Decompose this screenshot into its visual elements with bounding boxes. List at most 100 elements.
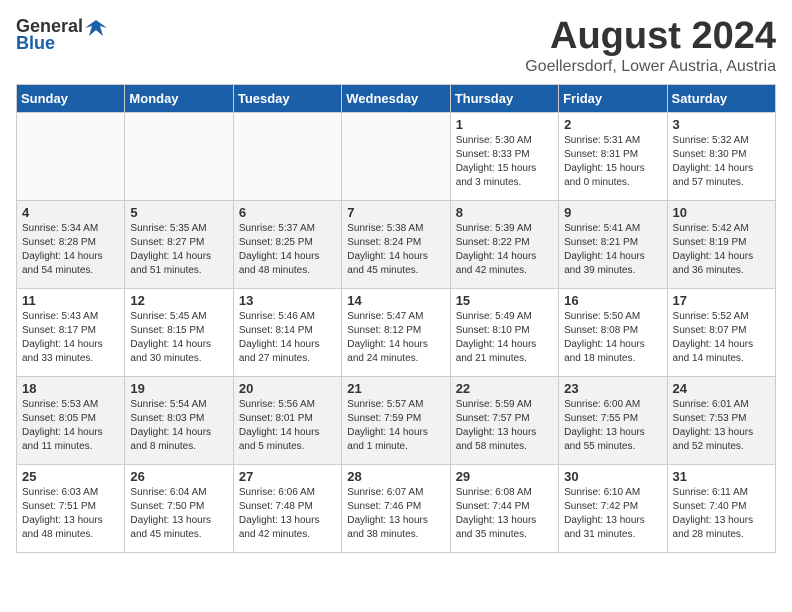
- day-info: Sunrise: 6:00 AM Sunset: 7:55 PM Dayligh…: [564, 398, 661, 454]
- day-info: Sunrise: 5:47 AM Sunset: 8:12 PM Dayligh…: [347, 310, 444, 366]
- day-number: 3: [673, 117, 770, 132]
- calendar-cell: [233, 112, 341, 200]
- day-number: 27: [239, 469, 336, 484]
- calendar-cell: 9 Sunrise: 5:41 AM Sunset: 8:21 PM Daylig…: [559, 200, 667, 288]
- calendar-cell: 14 Sunrise: 5:47 AM Sunset: 8:12 PM Dayli…: [342, 288, 450, 376]
- day-info: Sunrise: 5:39 AM Sunset: 8:22 PM Dayligh…: [456, 222, 553, 278]
- logo: General Blue: [16, 16, 107, 54]
- calendar-cell: 5 Sunrise: 5:35 AM Sunset: 8:27 PM Daylig…: [125, 200, 233, 288]
- calendar-cell: 17Sunrise: 5:52 AM Sunset: 8:07 PM Dayli…: [667, 288, 775, 376]
- day-number: 17: [673, 293, 770, 308]
- day-number: 24: [673, 381, 770, 396]
- calendar-cell: 26 Sunrise: 6:04 AM Sunset: 7:50 PM Dayli…: [125, 464, 233, 552]
- calendar-cell: 21 Sunrise: 5:57 AM Sunset: 7:59 PM Dayli…: [342, 376, 450, 464]
- day-info: Sunrise: 5:37 AM Sunset: 8:25 PM Dayligh…: [239, 222, 336, 278]
- day-number: 11: [22, 293, 119, 308]
- calendar-cell: 20 Sunrise: 5:56 AM Sunset: 8:01 PM Dayli…: [233, 376, 341, 464]
- day-info: Sunrise: 6:03 AM Sunset: 7:51 PM Dayligh…: [22, 486, 119, 542]
- day-number: 9: [564, 205, 661, 220]
- day-info: Sunrise: 5:41 AM Sunset: 8:21 PM Dayligh…: [564, 222, 661, 278]
- calendar-cell: 6 Sunrise: 5:37 AM Sunset: 8:25 PM Daylig…: [233, 200, 341, 288]
- day-info: Sunrise: 5:57 AM Sunset: 7:59 PM Dayligh…: [347, 398, 444, 454]
- weekday-header-thursday: Thursday: [450, 84, 558, 112]
- day-info: Sunrise: 6:04 AM Sunset: 7:50 PM Dayligh…: [130, 486, 227, 542]
- calendar-header: SundayMondayTuesdayWednesdayThursdayFrid…: [17, 84, 776, 112]
- weekday-header-monday: Monday: [125, 84, 233, 112]
- title-section: August 2024 Goellersdorf, Lower Austria,…: [525, 16, 776, 76]
- day-info: Sunrise: 6:08 AM Sunset: 7:44 PM Dayligh…: [456, 486, 553, 542]
- calendar-cell: 10Sunrise: 5:42 AM Sunset: 8:19 PM Dayli…: [667, 200, 775, 288]
- calendar-week-row: 25 Sunrise: 6:03 AM Sunset: 7:51 PM Dayli…: [17, 464, 776, 552]
- calendar-cell: 18 Sunrise: 5:53 AM Sunset: 8:05 PM Dayli…: [17, 376, 125, 464]
- day-number: 15: [456, 293, 553, 308]
- day-number: 29: [456, 469, 553, 484]
- page-header: General Blue August 2024 Goellersdorf, L…: [16, 16, 776, 76]
- calendar-cell: 4 Sunrise: 5:34 AM Sunset: 8:28 PM Daylig…: [17, 200, 125, 288]
- day-number: 8: [456, 205, 553, 220]
- calendar-cell: 2 Sunrise: 5:31 AM Sunset: 8:31 PM Daylig…: [559, 112, 667, 200]
- calendar-cell: 11 Sunrise: 5:43 AM Sunset: 8:17 PM Dayli…: [17, 288, 125, 376]
- day-number: 23: [564, 381, 661, 396]
- day-info: Sunrise: 5:34 AM Sunset: 8:28 PM Dayligh…: [22, 222, 119, 278]
- weekday-header-friday: Friday: [559, 84, 667, 112]
- day-number: 5: [130, 205, 227, 220]
- calendar-cell: 3Sunrise: 5:32 AM Sunset: 8:30 PM Daylig…: [667, 112, 775, 200]
- day-info: Sunrise: 5:35 AM Sunset: 8:27 PM Dayligh…: [130, 222, 227, 278]
- day-number: 6: [239, 205, 336, 220]
- month-title: August 2024: [525, 16, 776, 58]
- day-number: 26: [130, 469, 227, 484]
- day-info: Sunrise: 5:43 AM Sunset: 8:17 PM Dayligh…: [22, 310, 119, 366]
- calendar-body: 1 Sunrise: 5:30 AM Sunset: 8:33 PM Daylig…: [17, 112, 776, 552]
- calendar-cell: 23 Sunrise: 6:00 AM Sunset: 7:55 PM Dayli…: [559, 376, 667, 464]
- day-info: Sunrise: 6:07 AM Sunset: 7:46 PM Dayligh…: [347, 486, 444, 542]
- calendar-cell: 19Sunrise: 5:54 AM Sunset: 8:03 PM Dayli…: [125, 376, 233, 464]
- calendar-cell: 29 Sunrise: 6:08 AM Sunset: 7:44 PM Dayli…: [450, 464, 558, 552]
- weekday-header-saturday: Saturday: [667, 84, 775, 112]
- day-info: Sunrise: 5:54 AM Sunset: 8:03 PM Dayligh…: [130, 398, 227, 454]
- day-number: 31: [673, 469, 770, 484]
- day-number: 20: [239, 381, 336, 396]
- day-info: Sunrise: 5:56 AM Sunset: 8:01 PM Dayligh…: [239, 398, 336, 454]
- day-number: 18: [22, 381, 119, 396]
- day-number: 16: [564, 293, 661, 308]
- day-number: 14: [347, 293, 444, 308]
- calendar-cell: 12 Sunrise: 5:45 AM Sunset: 8:15 PM Dayli…: [125, 288, 233, 376]
- calendar-week-row: 4 Sunrise: 5:34 AM Sunset: 8:28 PM Daylig…: [17, 200, 776, 288]
- day-number: 2: [564, 117, 661, 132]
- day-info: Sunrise: 6:06 AM Sunset: 7:48 PM Dayligh…: [239, 486, 336, 542]
- day-info: Sunrise: 5:45 AM Sunset: 8:15 PM Dayligh…: [130, 310, 227, 366]
- location-subtitle: Goellersdorf, Lower Austria, Austria: [525, 58, 776, 76]
- calendar-cell: 16Sunrise: 5:50 AM Sunset: 8:08 PM Dayli…: [559, 288, 667, 376]
- calendar-cell: 28 Sunrise: 6:07 AM Sunset: 7:46 PM Dayli…: [342, 464, 450, 552]
- logo-blue-text: Blue: [16, 33, 55, 54]
- calendar-cell: 13Sunrise: 5:46 AM Sunset: 8:14 PM Dayli…: [233, 288, 341, 376]
- day-info: Sunrise: 5:59 AM Sunset: 7:57 PM Dayligh…: [456, 398, 553, 454]
- weekday-header-tuesday: Tuesday: [233, 84, 341, 112]
- day-number: 25: [22, 469, 119, 484]
- calendar-table: SundayMondayTuesdayWednesdayThursdayFrid…: [16, 84, 776, 553]
- calendar-cell: [125, 112, 233, 200]
- calendar-cell: 8 Sunrise: 5:39 AM Sunset: 8:22 PM Daylig…: [450, 200, 558, 288]
- day-number: 4: [22, 205, 119, 220]
- day-info: Sunrise: 5:38 AM Sunset: 8:24 PM Dayligh…: [347, 222, 444, 278]
- calendar-week-row: 11 Sunrise: 5:43 AM Sunset: 8:17 PM Dayli…: [17, 288, 776, 376]
- day-number: 7: [347, 205, 444, 220]
- calendar-cell: 1 Sunrise: 5:30 AM Sunset: 8:33 PM Daylig…: [450, 112, 558, 200]
- day-number: 22: [456, 381, 553, 396]
- day-number: 1: [456, 117, 553, 132]
- calendar-week-row: 1 Sunrise: 5:30 AM Sunset: 8:33 PM Daylig…: [17, 112, 776, 200]
- day-info: Sunrise: 5:31 AM Sunset: 8:31 PM Dayligh…: [564, 134, 661, 190]
- day-number: 28: [347, 469, 444, 484]
- day-info: Sunrise: 5:49 AM Sunset: 8:10 PM Dayligh…: [456, 310, 553, 366]
- calendar-cell: 7 Sunrise: 5:38 AM Sunset: 8:24 PM Daylig…: [342, 200, 450, 288]
- calendar-cell: 24Sunrise: 6:01 AM Sunset: 7:53 PM Dayli…: [667, 376, 775, 464]
- day-info: Sunrise: 5:30 AM Sunset: 8:33 PM Dayligh…: [456, 134, 553, 190]
- day-info: Sunrise: 5:42 AM Sunset: 8:19 PM Dayligh…: [673, 222, 770, 278]
- day-number: 12: [130, 293, 227, 308]
- weekday-header-sunday: Sunday: [17, 84, 125, 112]
- day-number: 30: [564, 469, 661, 484]
- calendar-cell: [342, 112, 450, 200]
- day-info: Sunrise: 5:53 AM Sunset: 8:05 PM Dayligh…: [22, 398, 119, 454]
- day-number: 21: [347, 381, 444, 396]
- calendar-cell: 31Sunrise: 6:11 AM Sunset: 7:40 PM Dayli…: [667, 464, 775, 552]
